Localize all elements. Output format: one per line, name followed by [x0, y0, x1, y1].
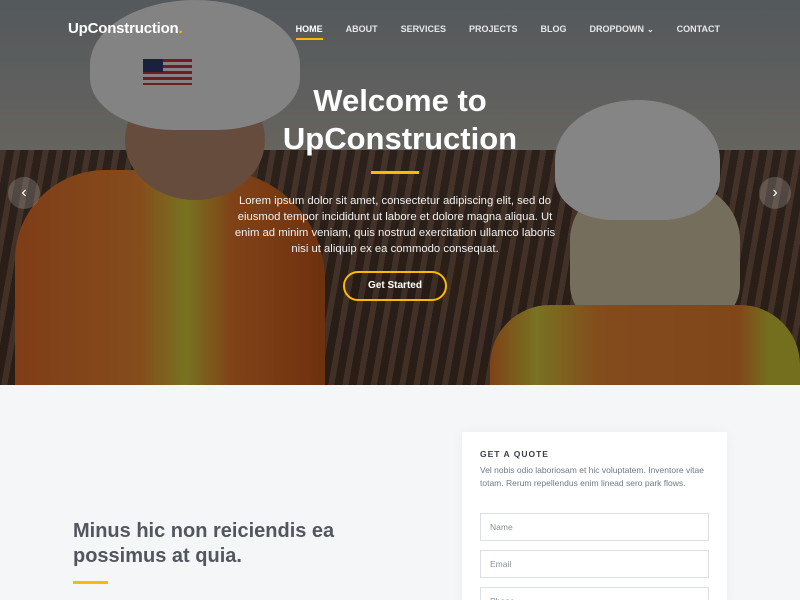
- name-field[interactable]: [480, 513, 709, 541]
- section-heading-underline: [73, 581, 108, 584]
- nav-projects[interactable]: PROJECTS: [469, 24, 518, 40]
- nav-blog[interactable]: BLOG: [540, 24, 566, 40]
- logo-dot: .: [178, 20, 183, 37]
- main-nav: HOME ABOUT SERVICES PROJECTS BLOG DROPDO…: [273, 24, 720, 40]
- hero-title-underline: [371, 171, 419, 174]
- get-started-button[interactable]: Get Started: [343, 271, 447, 301]
- section-heading: Minus hic non reiciendis ea possimus at …: [73, 520, 335, 567]
- logo[interactable]: UpConstruction.: [68, 20, 183, 37]
- nav-dropdown-label: DROPDOWN: [589, 24, 644, 34]
- phone-field[interactable]: [480, 587, 709, 600]
- nav-contact[interactable]: CONTACT: [677, 24, 720, 40]
- quote-title: GET A QUOTE: [480, 449, 549, 459]
- quote-description: Vel nobis odio laboriosam et hic volupta…: [480, 465, 704, 488]
- chevron-left-icon[interactable]: ‹: [8, 177, 40, 209]
- nav-home[interactable]: HOME: [295, 24, 323, 40]
- chevron-down-icon: ⌄: [646, 25, 654, 34]
- nav-dropdown[interactable]: DROPDOWN ⌄: [589, 24, 653, 40]
- hero-description: Lorem ipsum dolor sit amet, consectetur …: [234, 195, 556, 255]
- hero-title-line1: Welcome to: [313, 83, 487, 118]
- logo-text: UpConstruction: [68, 20, 179, 37]
- hero-title: Welcome to UpConstruction: [0, 82, 800, 158]
- nav-services[interactable]: SERVICES: [401, 24, 446, 40]
- header: UpConstruction. HOME ABOUT SERVICES PROJ…: [0, 0, 800, 60]
- hero-title-line2: UpConstruction: [282, 121, 518, 156]
- hero-section: UpConstruction. HOME ABOUT SERVICES PROJ…: [0, 0, 800, 385]
- quote-form: GET A QUOTE Vel nobis odio laboriosam et…: [462, 432, 727, 600]
- nav-about[interactable]: ABOUT: [346, 24, 378, 40]
- chevron-right-icon[interactable]: ›: [759, 177, 791, 209]
- email-field[interactable]: [480, 550, 709, 578]
